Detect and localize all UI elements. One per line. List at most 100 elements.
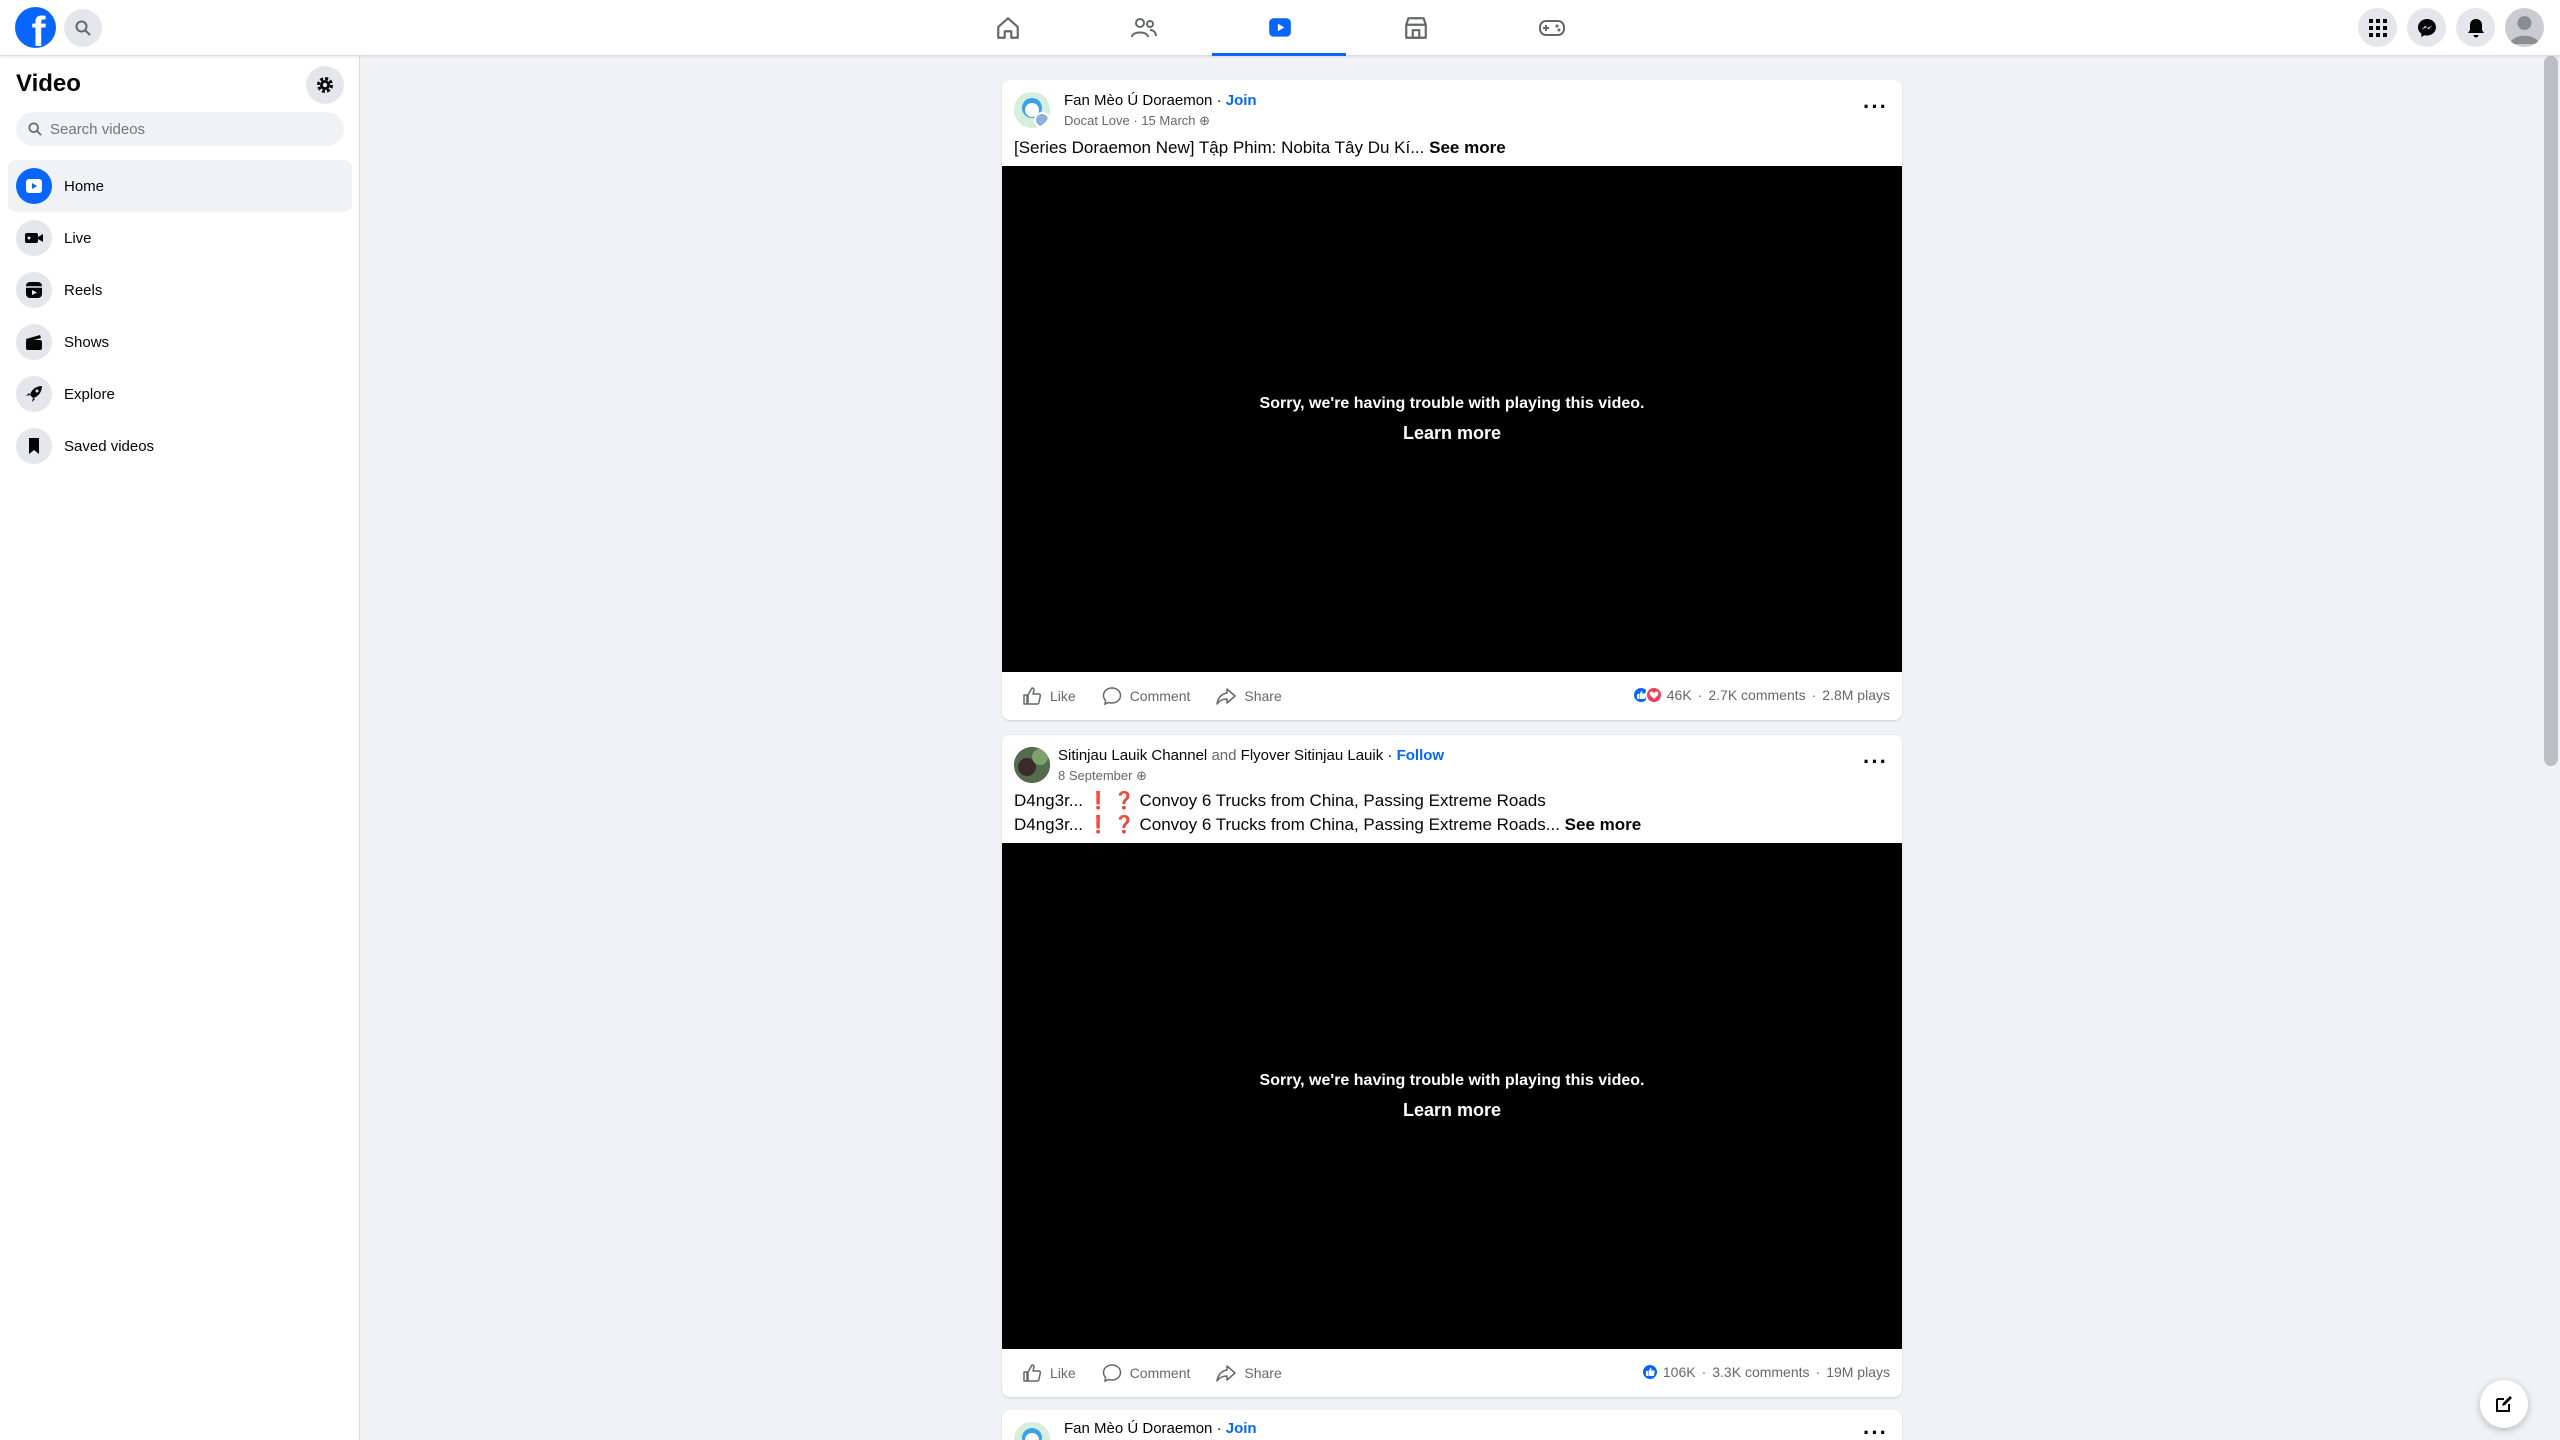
messenger-icon	[2417, 18, 2436, 37]
reaction-count[interactable]: 106K	[1663, 1364, 1696, 1380]
join-link[interactable]: Join	[1226, 1420, 1257, 1437]
plays-count: 2.8M plays	[1822, 687, 1890, 703]
see-more-link[interactable]: See more	[1565, 815, 1642, 834]
learn-more-link[interactable]: Learn more	[1403, 423, 1501, 444]
sidebar-item-saved-videos[interactable]: Saved videos	[8, 420, 352, 472]
page-avatar[interactable]	[1014, 747, 1050, 783]
bell-icon	[2467, 18, 2484, 37]
notifications-button[interactable]	[2456, 8, 2495, 47]
sidebar-item-explore[interactable]: Explore	[8, 368, 352, 420]
account-avatar[interactable]	[2505, 8, 2544, 47]
search-button[interactable]	[64, 9, 102, 47]
bookmark-icon	[16, 428, 52, 464]
tab-friends[interactable]	[1076, 0, 1212, 56]
post-date[interactable]: 15 March	[1141, 113, 1195, 128]
post-header: Fan Mèo Ú Doraemon · Join ···	[1002, 1410, 1902, 1440]
like-button[interactable]: Like	[1022, 1363, 1076, 1383]
post-author[interactable]: Fan Mèo Ú Doraemon	[1064, 92, 1212, 109]
share-button[interactable]: Share	[1216, 686, 1282, 706]
sidebar-item-reels[interactable]: Reels	[8, 264, 352, 316]
video-player[interactable]: Sorry, we're having trouble with playing…	[1002, 166, 1902, 672]
follow-link[interactable]: Follow	[1397, 747, 1445, 764]
video-settings-button[interactable]	[306, 66, 344, 104]
post-sub-author[interactable]: Docat Love	[1064, 113, 1130, 128]
more-options-button[interactable]: ···	[1863, 94, 1888, 120]
see-more-link[interactable]: See more	[1429, 138, 1506, 157]
video-player[interactable]: Sorry, we're having trouble with playing…	[1002, 843, 1902, 1349]
comment-button[interactable]: Comment	[1102, 686, 1191, 706]
post-header: Sitinjau Lauik Channel and Flyover Sitin…	[1002, 735, 1902, 789]
comment-icon	[1102, 687, 1121, 706]
like-button[interactable]: Like	[1022, 686, 1076, 706]
search-videos-field[interactable]	[16, 112, 344, 146]
caption-text: [Series Doraemon New] Tập Phim: Nobita T…	[1014, 138, 1425, 157]
like-label: Like	[1050, 1365, 1076, 1381]
post-author[interactable]: Sitinjau Lauik Channel	[1058, 747, 1207, 764]
top-navigation-bar: f	[0, 0, 2560, 56]
messenger-button[interactable]	[2407, 8, 2446, 47]
post-author-line: Fan Mèo Ú Doraemon · Join	[1064, 1420, 1257, 1437]
thumbs-up-icon	[1023, 1364, 1042, 1382]
clapper-icon	[16, 324, 52, 360]
group-avatar[interactable]	[1014, 1422, 1050, 1440]
post-header: Fan Mèo Ú Doraemon · Join Docat Love · 1…	[1002, 80, 1902, 136]
comment-label: Comment	[1129, 688, 1191, 704]
sidebar-item-shows[interactable]: Shows	[8, 316, 352, 368]
comment-label: Comment	[1129, 1365, 1191, 1381]
love-reaction-icon	[1644, 686, 1663, 704]
video-icon	[1269, 18, 1291, 37]
compose-icon	[2496, 1396, 2512, 1412]
post-caption: D4ng3r... ❗ ❓ Convoy 6 Trucks from China…	[1002, 813, 1902, 837]
reels-icon	[16, 272, 52, 308]
facebook-logo[interactable]: f	[15, 7, 56, 48]
tab-marketplace[interactable]	[1348, 0, 1484, 56]
gear-icon	[317, 77, 333, 93]
like-label: Like	[1050, 688, 1076, 704]
page-scrollbar[interactable]	[2544, 56, 2558, 766]
sidebar-item-label: Explore	[64, 385, 115, 403]
caption-text: D4ng3r... ❗ ❓ Convoy 6 Trucks from China…	[1014, 815, 1560, 834]
comments-count[interactable]: 3.3K comments	[1712, 1364, 1809, 1380]
default-avatar-icon	[2510, 16, 2539, 44]
comment-button[interactable]: Comment	[1102, 1363, 1191, 1383]
share-label: Share	[1244, 688, 1282, 704]
tab-home[interactable]	[940, 0, 1076, 56]
video-post: Fan Mèo Ú Doraemon · Join Docat Love · 1…	[1002, 80, 1902, 720]
search-icon	[75, 20, 91, 36]
sidebar-item-home[interactable]: Home	[8, 160, 352, 212]
sidebar-item-label: Shows	[64, 333, 110, 351]
globe-icon: ⊕	[1199, 113, 1211, 128]
new-message-button[interactable]	[2480, 1380, 2528, 1428]
sidebar-item-label: Live	[64, 229, 92, 247]
post-date[interactable]: 8 September	[1058, 768, 1132, 783]
post-stats: 106K · 3.3K comments · 19M plays	[1640, 1363, 1890, 1381]
group-avatar[interactable]	[1014, 92, 1050, 128]
comments-count[interactable]: 2.7K comments	[1708, 687, 1805, 703]
thumbs-up-icon	[1023, 687, 1042, 705]
learn-more-link[interactable]: Learn more	[1403, 1100, 1501, 1121]
search-videos-input[interactable]	[50, 120, 330, 138]
sidebar-item-live[interactable]: Live	[8, 212, 352, 264]
rocket-icon	[16, 376, 52, 412]
post-meta: 8 September ⊕	[1058, 768, 1147, 784]
post-meta: Docat Love · 15 March ⊕	[1064, 113, 1211, 128]
friends-icon	[1131, 18, 1157, 38]
header-right-actions	[2358, 8, 2544, 47]
post-author[interactable]: Fan Mèo Ú Doraemon	[1064, 1420, 1212, 1437]
post-author-line: Sitinjau Lauik Channel and Flyover Sitin…	[1058, 747, 1445, 764]
post-co-author[interactable]: Flyover Sitinjau Lauik	[1241, 747, 1384, 764]
reaction-count[interactable]: 46K	[1667, 687, 1692, 703]
menu-button[interactable]	[2358, 8, 2397, 47]
sidebar-item-label: Home	[64, 177, 105, 195]
more-options-button[interactable]: ···	[1863, 749, 1888, 775]
play-icon	[16, 168, 52, 204]
tab-video[interactable]	[1212, 0, 1348, 56]
video-post: Fan Mèo Ú Doraemon · Join ···	[1002, 1410, 1902, 1440]
share-icon	[1216, 1365, 1237, 1382]
join-link[interactable]: Join	[1226, 92, 1257, 109]
comment-icon	[1102, 1364, 1121, 1383]
share-button[interactable]: Share	[1216, 1363, 1282, 1383]
post-caption: [Series Doraemon New] Tập Phim: Nobita T…	[1002, 136, 1902, 160]
more-options-button[interactable]: ···	[1863, 1420, 1888, 1440]
tab-gaming[interactable]	[1484, 0, 1620, 56]
